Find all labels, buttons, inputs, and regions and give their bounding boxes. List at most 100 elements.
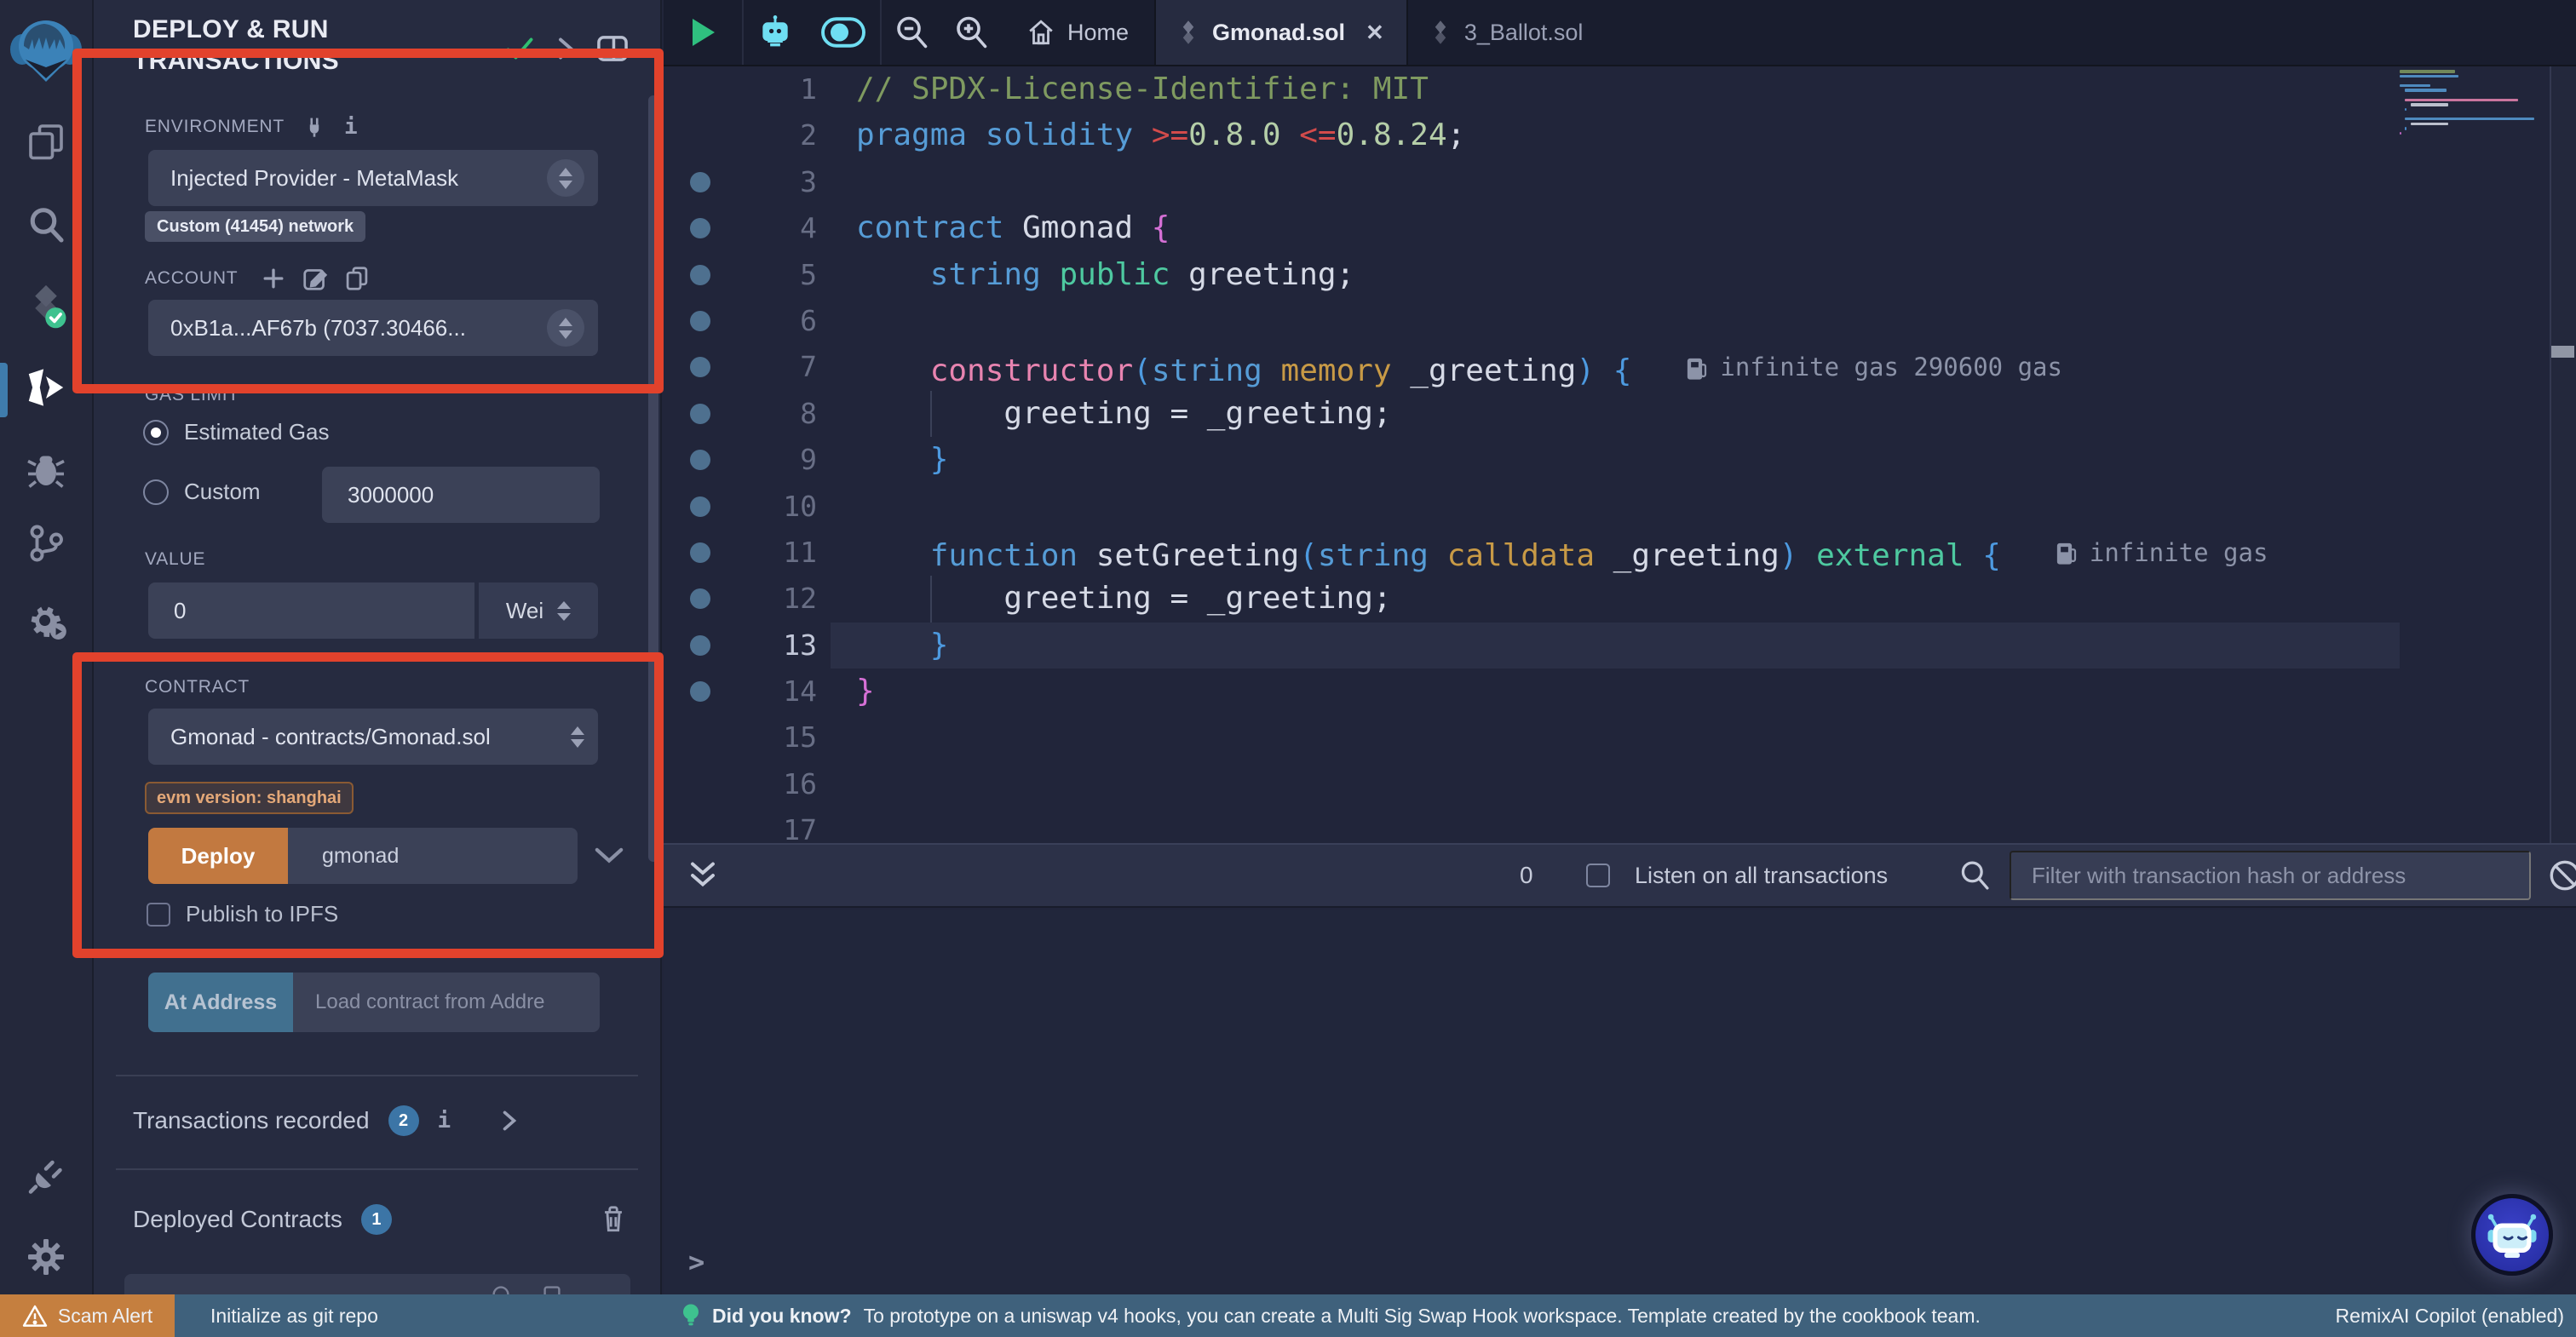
code-line: 12 greeting = _greeting; bbox=[664, 576, 2576, 622]
line-number[interactable]: 11 bbox=[698, 530, 817, 576]
copilot-toggle[interactable] bbox=[807, 0, 880, 65]
line-number[interactable]: 2 bbox=[698, 112, 817, 158]
run-script-button[interactable] bbox=[664, 0, 742, 65]
contract-select[interactable]: Gmonad - contracts/Gmonad.sol bbox=[148, 709, 598, 765]
line-number[interactable]: 12 bbox=[698, 576, 817, 622]
radio-checked-icon bbox=[143, 420, 169, 445]
ai-copilot-button[interactable] bbox=[744, 0, 807, 65]
value-label: VALUE bbox=[145, 549, 205, 570]
trash-icon[interactable] bbox=[601, 1205, 626, 1234]
chevron-right-icon[interactable] bbox=[500, 1109, 519, 1133]
line-number[interactable]: 1 bbox=[698, 66, 817, 112]
play-icon bbox=[689, 17, 716, 48]
radio-unchecked-icon bbox=[143, 479, 169, 505]
scam-alert-button[interactable]: Scam Alert bbox=[0, 1294, 175, 1337]
add-account-icon[interactable] bbox=[262, 267, 285, 290]
publish-ipfs-label: Publish to IPFS bbox=[186, 901, 338, 927]
search-icon bbox=[1958, 859, 1991, 892]
remix-ai-assistant-button[interactable] bbox=[2471, 1194, 2553, 1276]
git-init-button[interactable]: Initialize as git repo bbox=[210, 1305, 378, 1328]
sidebar-item-file-explorer[interactable] bbox=[26, 121, 66, 162]
compile-check-icon bbox=[504, 36, 535, 61]
line-number[interactable]: 4 bbox=[698, 205, 817, 251]
editor-scrollbar-track[interactable] bbox=[2550, 66, 2576, 843]
code-editor[interactable]: 1// SPDX-License-Identifier: MIT2pragma … bbox=[664, 66, 2576, 843]
tab-gmonad-label: Gmonad.sol bbox=[1212, 20, 1345, 46]
sidebar-item-deploy-run[interactable] bbox=[24, 366, 68, 409]
tip-title: Did you know? bbox=[712, 1305, 852, 1328]
home-icon bbox=[1026, 18, 1055, 47]
editor-scrollbar-thumb[interactable] bbox=[2551, 346, 2574, 358]
clear-console-icon[interactable] bbox=[2548, 858, 2576, 892]
copilot-status[interactable]: RemixAI Copilot (enabled) bbox=[2336, 1305, 2564, 1328]
terminal-output[interactable]: > bbox=[664, 910, 2576, 1294]
environment-info-icon[interactable]: i bbox=[344, 114, 358, 140]
transactions-info-icon[interactable]: i bbox=[438, 1108, 451, 1133]
sidebar-item-solidity-compiler[interactable] bbox=[25, 283, 67, 329]
transactions-recorded-row[interactable]: Transactions recorded 2 i bbox=[133, 1097, 626, 1145]
at-address-button[interactable]: At Address bbox=[148, 973, 293, 1032]
line-number[interactable]: 8 bbox=[698, 391, 817, 437]
at-address-input[interactable] bbox=[293, 973, 600, 1032]
line-number[interactable]: 3 bbox=[698, 159, 817, 205]
terminal-prompt: > bbox=[688, 1246, 704, 1278]
line-number[interactable]: 17 bbox=[698, 807, 817, 843]
line-number[interactable]: 15 bbox=[698, 714, 817, 760]
gas-custom-input[interactable] bbox=[322, 467, 600, 523]
remix-logo[interactable] bbox=[9, 14, 83, 85]
copy-account-icon[interactable] bbox=[345, 266, 369, 291]
pin-panel-icon[interactable] bbox=[596, 34, 629, 63]
transactions-recorded-label: Transactions recorded bbox=[133, 1107, 370, 1134]
line-number[interactable]: 5 bbox=[698, 252, 817, 298]
zoom-out-button[interactable] bbox=[882, 0, 941, 65]
line-number[interactable]: 16 bbox=[698, 761, 817, 807]
tab-gmonad[interactable]: Gmonad.sol ✕ bbox=[1154, 0, 1408, 65]
expand-terminal-icon[interactable] bbox=[687, 858, 718, 892]
deploy-arg-input[interactable] bbox=[288, 828, 578, 884]
gas-custom-radio[interactable]: Custom bbox=[143, 479, 261, 505]
line-number[interactable]: 14 bbox=[698, 668, 817, 714]
sidebar-item-connect-plugin[interactable] bbox=[26, 1155, 66, 1196]
warning-icon bbox=[22, 1304, 48, 1328]
chevron-updown-icon bbox=[571, 726, 584, 748]
plug-small-icon[interactable] bbox=[305, 116, 324, 138]
edit-account-icon[interactable] bbox=[302, 266, 328, 291]
contract-value: Gmonad - contracts/Gmonad.sol bbox=[170, 724, 571, 750]
line-number[interactable]: 10 bbox=[698, 484, 817, 530]
close-tab-icon[interactable]: ✕ bbox=[1366, 20, 1384, 46]
filter-input[interactable] bbox=[2010, 851, 2531, 900]
sidebar-item-git[interactable] bbox=[26, 523, 66, 564]
chevron-updown-icon bbox=[557, 601, 571, 621]
code-line: 5 string public greeting; bbox=[664, 252, 2576, 298]
account-select[interactable]: 0xB1a...AF67b (7037.30466... bbox=[148, 300, 598, 356]
panel-scrollbar[interactable] bbox=[648, 95, 658, 862]
code-lines: 1// SPDX-License-Identifier: MIT2pragma … bbox=[664, 66, 2576, 843]
gas-estimated-radio[interactable]: Estimated Gas bbox=[143, 419, 330, 445]
chevron-right-icon[interactable] bbox=[555, 36, 576, 61]
environment-select[interactable]: Injected Provider - MetaMask bbox=[148, 150, 598, 206]
value-input[interactable] bbox=[148, 582, 474, 639]
line-number[interactable]: 9 bbox=[698, 437, 817, 483]
deploy-button[interactable]: Deploy bbox=[148, 828, 288, 884]
minimap[interactable] bbox=[2400, 70, 2549, 151]
line-number[interactable]: 7 bbox=[698, 344, 817, 390]
file-explorer-icon bbox=[26, 121, 66, 162]
plugin-manager-icon bbox=[24, 601, 68, 642]
value-unit-select[interactable]: Wei bbox=[479, 582, 598, 639]
sidebar-item-plugin-manager[interactable] bbox=[24, 601, 68, 642]
sidebar-item-settings[interactable] bbox=[26, 1237, 66, 1277]
tab-ballot[interactable]: 3_Ballot.sol bbox=[1408, 0, 1606, 65]
terminal-toolbar: 0 Listen on all transactions bbox=[664, 843, 2576, 908]
status-bar: Scam Alert Initialize as git repo Did yo… bbox=[0, 1294, 2576, 1337]
tab-home[interactable]: Home bbox=[1001, 0, 1154, 65]
code-line: 17 bbox=[664, 807, 2576, 843]
listen-checkbox[interactable] bbox=[1586, 864, 1610, 887]
expand-deploy-icon[interactable] bbox=[595, 846, 624, 865]
line-number[interactable]: 6 bbox=[698, 298, 817, 344]
publish-ipfs-row[interactable]: Publish to IPFS bbox=[147, 901, 338, 927]
zoom-in-button[interactable] bbox=[941, 0, 1001, 65]
sidebar-item-search[interactable] bbox=[26, 204, 66, 245]
line-number[interactable]: 13 bbox=[698, 623, 817, 668]
tab-ballot-label: 3_Ballot.sol bbox=[1464, 20, 1584, 46]
sidebar-item-debugger[interactable] bbox=[26, 450, 66, 491]
